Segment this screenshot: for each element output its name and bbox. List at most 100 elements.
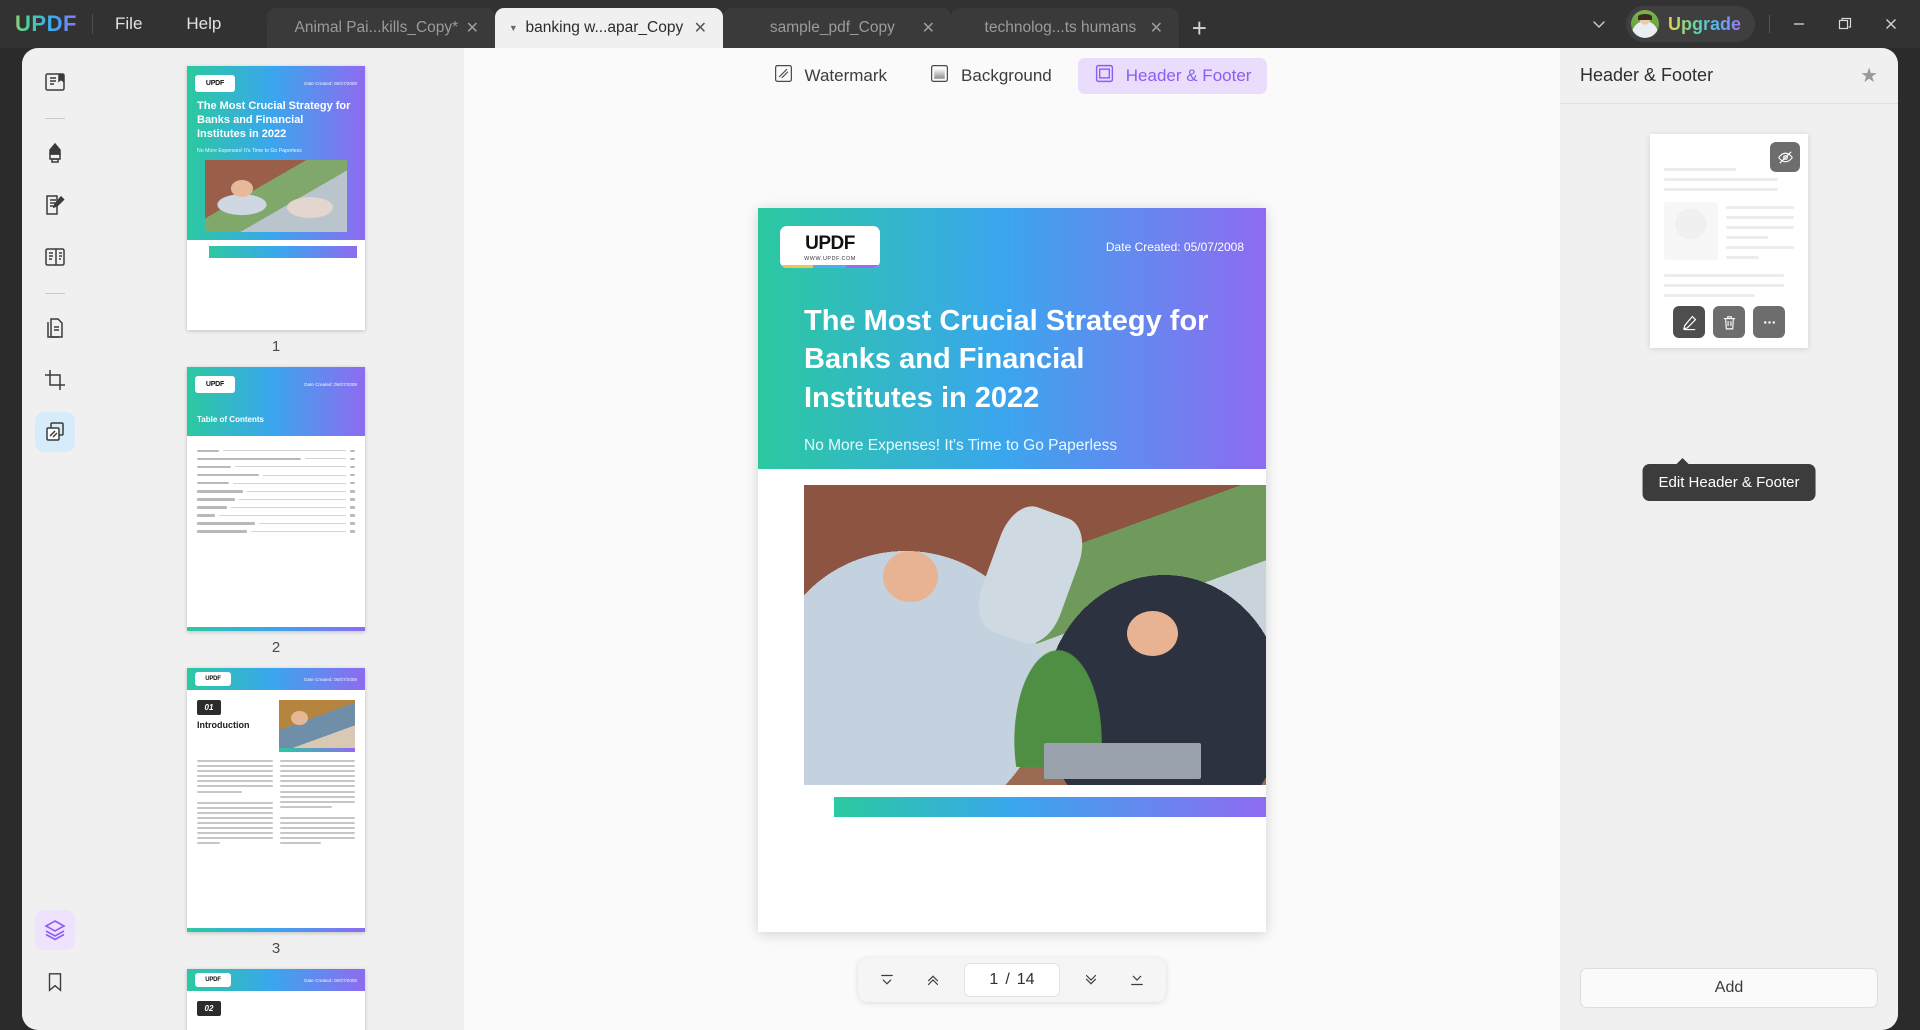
tab-label: technolog...ts humans — [984, 19, 1137, 36]
rail-active-indicator — [11, 466, 18, 473]
prev-page-icon[interactable] — [912, 963, 954, 997]
thumb-footer-strip — [187, 627, 365, 631]
tab-close-icon[interactable]: ✕ — [459, 15, 485, 41]
page-thumbnail-panel[interactable]: UPDF Date Created: 05/07/2008 The Most C… — [88, 48, 464, 1030]
thumb-footer-strip — [187, 928, 365, 932]
header-footer-preview-card[interactable] — [1650, 134, 1808, 348]
watermark-button[interactable]: Watermark — [757, 58, 904, 94]
page-title: The Most Crucial Strategy for Banks and … — [804, 305, 1209, 414]
avatar — [1630, 10, 1659, 38]
new-tab-button[interactable]: + — [1179, 8, 1219, 48]
thumb-logo: UPDF — [195, 74, 235, 92]
restore-icon[interactable] — [1822, 0, 1868, 48]
header-footer-panel: Header & Footer ★ Edit Header & Footer A… — [1560, 48, 1898, 1030]
thumbnail-page-number: 3 — [271, 940, 281, 957]
sidebar-item-annotate[interactable] — [35, 133, 75, 173]
background-button[interactable]: Background — [913, 58, 1068, 94]
sidebar-item-layers[interactable] — [35, 910, 75, 950]
first-page-icon[interactable] — [866, 963, 908, 997]
more-options-button[interactable] — [1753, 306, 1785, 338]
header-footer-icon — [1094, 63, 1115, 89]
sidebar-item-ocr[interactable] — [35, 237, 75, 277]
thumb-header: UPDF Date Created: 05/07/2008 — [187, 969, 365, 991]
sidebar-item-edit-pdf[interactable] — [35, 185, 75, 225]
delete-header-footer-button[interactable] — [1713, 306, 1745, 338]
thumbnail-image: UPDF Date Created: 05/07/2008 The Most C… — [187, 66, 365, 330]
thumbnail-image: UPDF Date Created: 05/07/2008 Table of C… — [187, 367, 365, 631]
document-page[interactable]: UPDF WWW.UPDF.COM Date Created: 05/07/20… — [758, 208, 1266, 932]
thumb-toc-band: Table of Contents — [187, 401, 365, 436]
tab-close-icon[interactable]: ✕ — [1143, 15, 1169, 41]
page-photo — [804, 484, 1266, 785]
thumbnail-page-1[interactable]: UPDF Date Created: 05/07/2008 The Most C… — [88, 66, 464, 355]
thumbnail-page-number: 2 — [271, 639, 281, 656]
page-logo: UPDF WWW.UPDF.COM — [780, 226, 880, 268]
panel-header: Header & Footer ★ — [1560, 48, 1898, 104]
page-header-date: Date Created: 05/07/2008 — [1105, 240, 1244, 254]
thumb-chapter-head: 01 Introduction — [187, 690, 365, 752]
close-icon[interactable] — [1868, 0, 1914, 48]
watermark-label: Watermark — [804, 66, 888, 85]
sidebar-item-bookmark[interactable] — [35, 962, 75, 1002]
document-viewer: Watermark Background Header & Footer UPD… — [464, 48, 1560, 1030]
add-button[interactable]: Add — [1580, 968, 1878, 1008]
next-page-icon[interactable] — [1070, 963, 1112, 997]
document-tab-3[interactable]: sample_pdf_Copy ✕ — [723, 8, 952, 48]
thumb-date: Date Created: 05/07/2008 — [304, 80, 357, 86]
current-page-value: 1 — [989, 971, 999, 988]
left-tool-rail — [22, 48, 88, 1030]
upgrade-button[interactable]: Upgrade — [1625, 6, 1755, 42]
sidebar-item-organize-pages[interactable] — [35, 308, 75, 348]
thumb-header: UPDF Date Created: 05/07/2008 — [187, 367, 365, 401]
tab-label: sample_pdf_Copy — [769, 19, 895, 36]
page-logo-url: WWW.UPDF.COM — [804, 255, 856, 262]
thumb-title: The Most Crucial Strategy for Banks and … — [197, 100, 351, 140]
page-navigation-bar: 1 / 14 — [858, 958, 1166, 1002]
sidebar-item-batch[interactable] — [35, 412, 75, 452]
thumb-text-columns — [187, 760, 365, 848]
document-tab-1[interactable]: Animal Pai...kills_Copy* ✕ — [267, 8, 496, 48]
thumb-date: Date Created: 05/07/2008 — [304, 381, 357, 387]
menu-help[interactable]: Help — [164, 0, 243, 48]
thumb-toc-title: Table of Contents — [197, 415, 264, 424]
thumbnail-image: UPDF Date Created: 05/07/2008 02 — [187, 969, 365, 1030]
star-icon[interactable]: ★ — [1860, 63, 1878, 88]
last-page-icon[interactable] — [1116, 963, 1158, 997]
tab-caret-icon[interactable]: ▼ — [505, 23, 521, 33]
thumb-header: UPDF Date Created: 05/07/2008 — [187, 668, 365, 690]
minimize-icon[interactable] — [1776, 0, 1822, 48]
thumbnail-page-4[interactable]: UPDF Date Created: 05/07/2008 02 — [88, 969, 464, 1030]
thumb-toc-rows — [187, 436, 365, 534]
thumb-logo: UPDF — [195, 375, 235, 393]
edit-header-footer-button[interactable] — [1673, 306, 1705, 338]
panel-body: Edit Header & Footer — [1560, 104, 1898, 952]
page-number-input[interactable]: 1 / 14 — [964, 963, 1060, 997]
total-pages-value: 14 — [1016, 971, 1035, 988]
sidebar-item-crop[interactable] — [35, 360, 75, 400]
thumb-chapter-image — [279, 700, 355, 752]
panel-footer: Add — [1560, 952, 1898, 1030]
thumbnail-page-3[interactable]: UPDF Date Created: 05/07/2008 01 Introdu… — [88, 668, 464, 957]
eye-off-icon[interactable] — [1770, 142, 1800, 172]
thumb-chapter-badge: 01 — [197, 700, 221, 715]
tab-close-icon[interactable]: ✕ — [687, 15, 713, 41]
document-tab-4[interactable]: technolog...ts humans ✕ — [951, 8, 1180, 48]
window-controls-divider — [1769, 15, 1770, 33]
tab-close-icon[interactable]: ✕ — [915, 15, 941, 41]
left-rail-bottom — [22, 910, 88, 1014]
thumb-header: UPDF Date Created: 05/07/2008 — [187, 66, 365, 100]
header-footer-button[interactable]: Header & Footer — [1077, 58, 1268, 94]
thumbnail-page-2[interactable]: UPDF Date Created: 05/07/2008 Table of C… — [88, 367, 464, 656]
preview-image-placeholder — [1664, 202, 1718, 260]
card-action-row — [1650, 306, 1808, 338]
page-logo-accent-bar — [780, 265, 880, 268]
thumbnail-image: UPDF Date Created: 05/07/2008 01 Introdu… — [187, 668, 365, 932]
chevron-down-icon[interactable] — [1580, 0, 1618, 48]
sidebar-item-reader[interactable] — [35, 62, 75, 102]
menu-file[interactable]: File — [93, 0, 164, 48]
tab-label: banking w...apar_Copy — [525, 19, 684, 36]
page-logo-text: UPDF — [805, 232, 855, 254]
document-tab-2[interactable]: ▼ banking w...apar_Copy ✕ — [495, 8, 724, 48]
feature-toolbar: Watermark Background Header & Footer — [464, 48, 1560, 104]
app-body: UPDF Date Created: 05/07/2008 The Most C… — [0, 48, 1920, 1030]
